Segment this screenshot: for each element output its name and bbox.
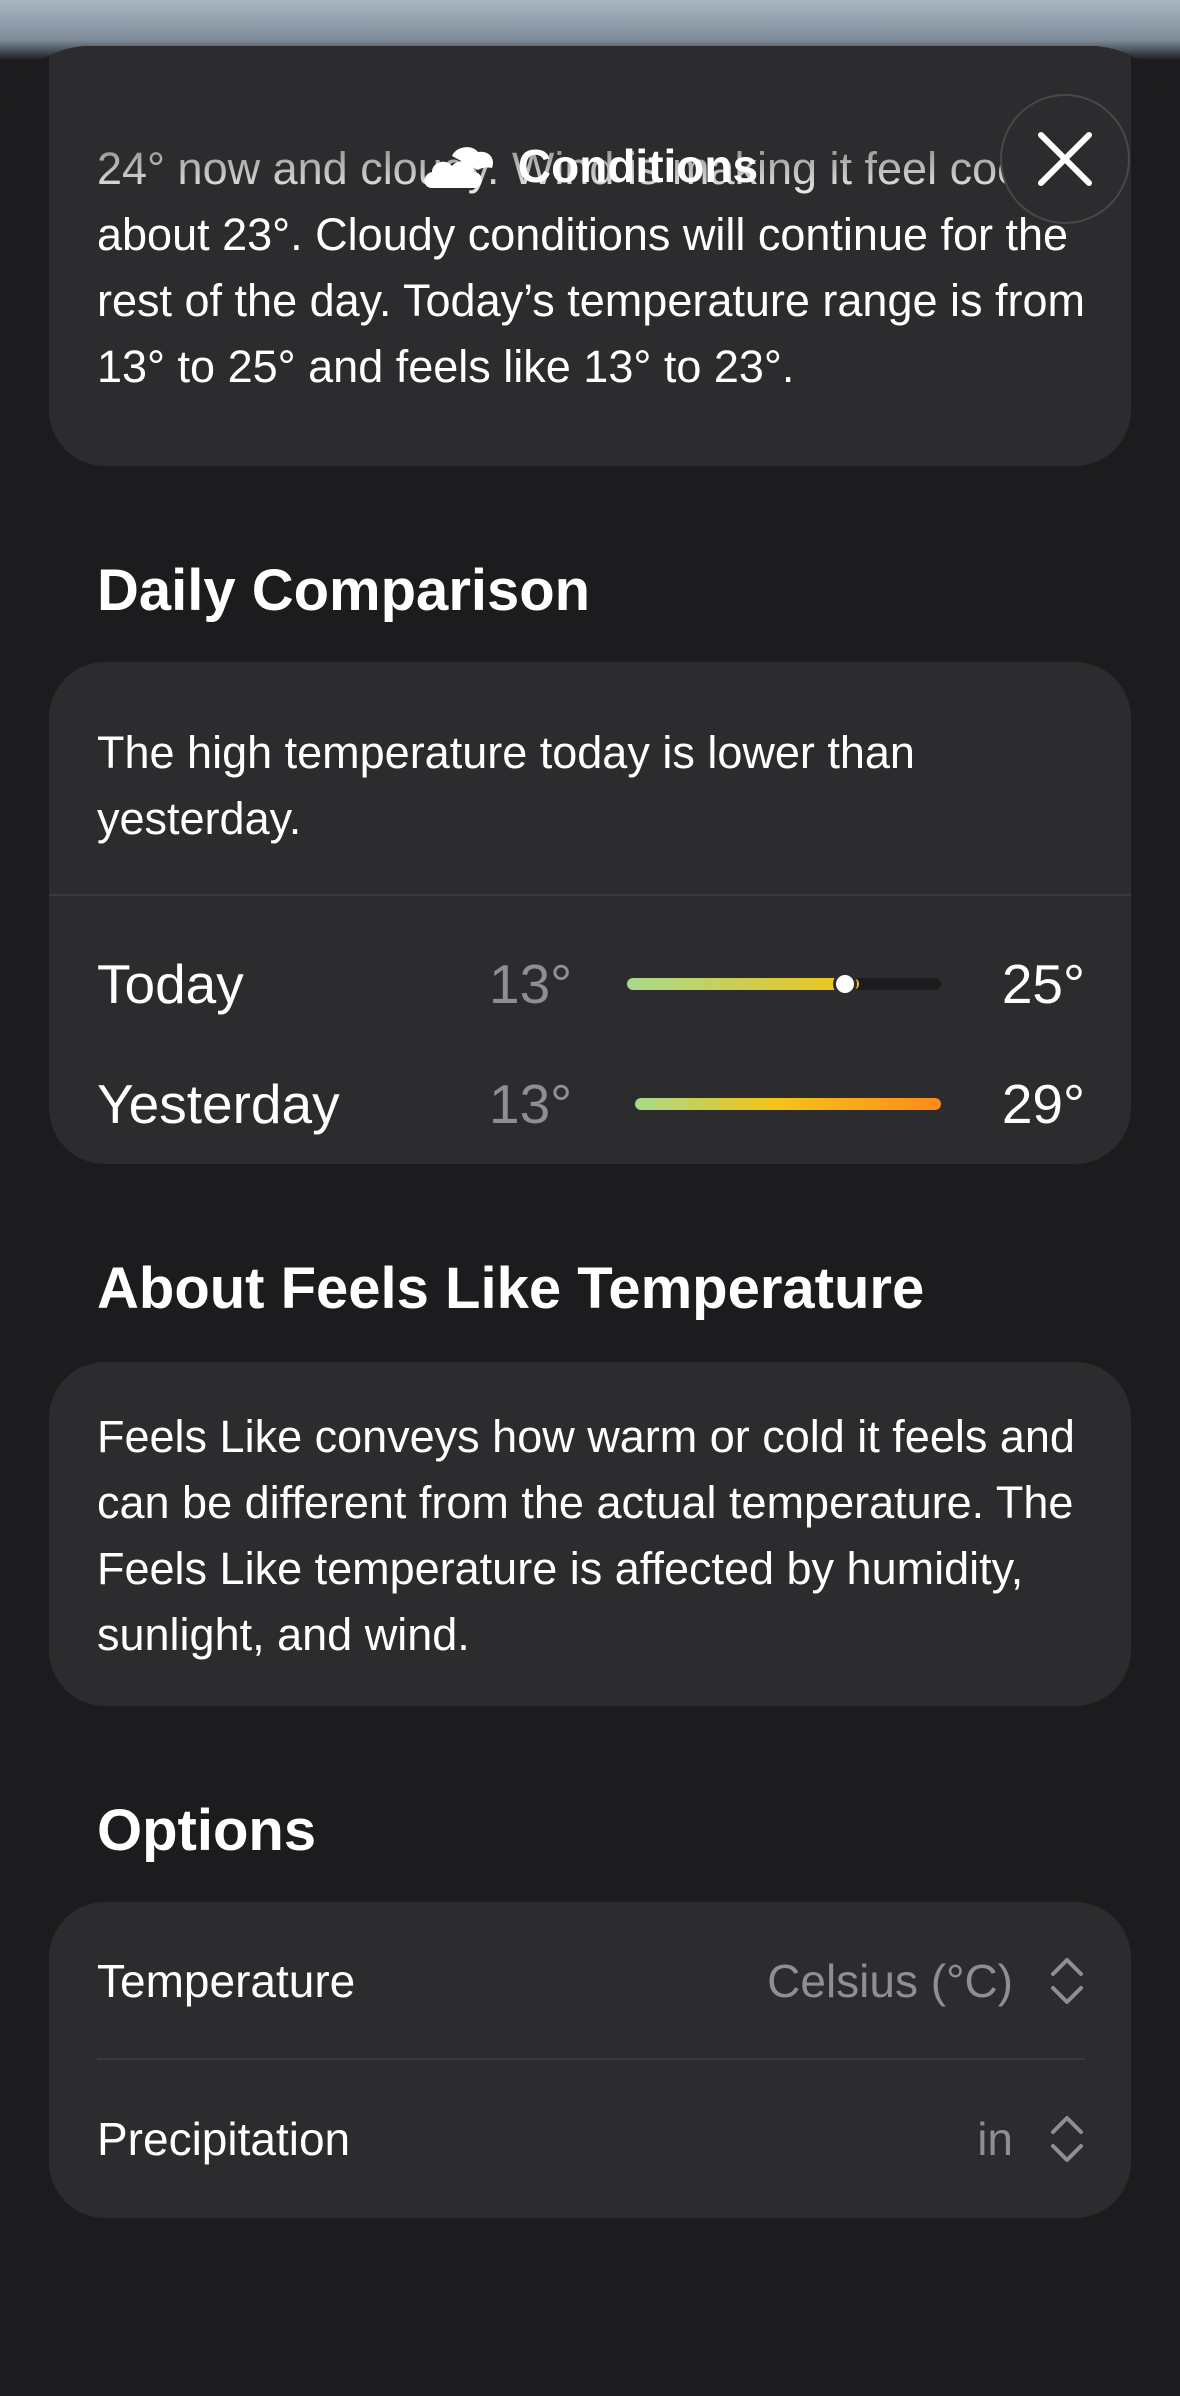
temperature-option[interactable]: Temperature Celsius (°C)	[49, 1902, 1131, 2060]
today-current-marker	[833, 972, 857, 996]
cloud-icon	[424, 147, 493, 188]
today-range-fill	[627, 978, 859, 990]
precipitation-option-label: Precipitation	[97, 2113, 351, 2165]
sheet-title: Conditions	[517, 140, 759, 192]
close-icon	[1038, 132, 1092, 186]
comparison-description: The high temperature today is lower than…	[97, 727, 915, 844]
close-button[interactable]	[1000, 94, 1130, 224]
options-card: Temperature Celsius (°C) Precipitation i…	[49, 1902, 1131, 2218]
precipitation-option[interactable]: Precipitation in	[49, 2060, 1131, 2218]
options-title: Options	[97, 1798, 317, 1863]
today-high: 25°	[1001, 953, 1085, 1015]
today-range-bar	[627, 972, 941, 996]
chevron-up-down-icon[interactable]	[1047, 1954, 1087, 2008]
temperature-option-value[interactable]: Celsius (°C)	[767, 1902, 1013, 2060]
today-row: Today 13° 25°	[49, 944, 1131, 1024]
yesterday-high: 29°	[1001, 1073, 1085, 1135]
yesterday-range-bar	[635, 1098, 941, 1110]
summary-card: 24° now and cloudy. Wind is making it fe…	[49, 46, 1131, 466]
precipitation-option-value[interactable]: in	[977, 2060, 1013, 2218]
yesterday-row: Yesterday 13° 29°	[49, 1064, 1131, 1144]
today-low: 13°	[489, 953, 573, 1015]
comparison-divider	[49, 894, 1131, 896]
feels-like-title: About Feels Like Temperature	[97, 1256, 925, 1321]
yesterday-low: 13°	[489, 1073, 573, 1135]
chevron-up-down-icon[interactable]	[1047, 2112, 1087, 2166]
yesterday-range-fill	[635, 1098, 941, 1110]
feels-like-card: Feels Like conveys how warm or cold it f…	[49, 1362, 1131, 1706]
today-label: Today	[97, 953, 244, 1015]
daily-comparison-title: Daily Comparison	[97, 558, 591, 623]
temperature-option-label: Temperature	[97, 1955, 356, 2007]
conditions-sheet: 24° now and cloudy. Wind is making it fe…	[0, 46, 1180, 2396]
daily-comparison-card: The high temperature today is lower than…	[49, 662, 1131, 1164]
feels-like-text: Feels Like conveys how warm or cold it f…	[97, 1411, 1075, 1660]
yesterday-label: Yesterday	[97, 1073, 340, 1135]
